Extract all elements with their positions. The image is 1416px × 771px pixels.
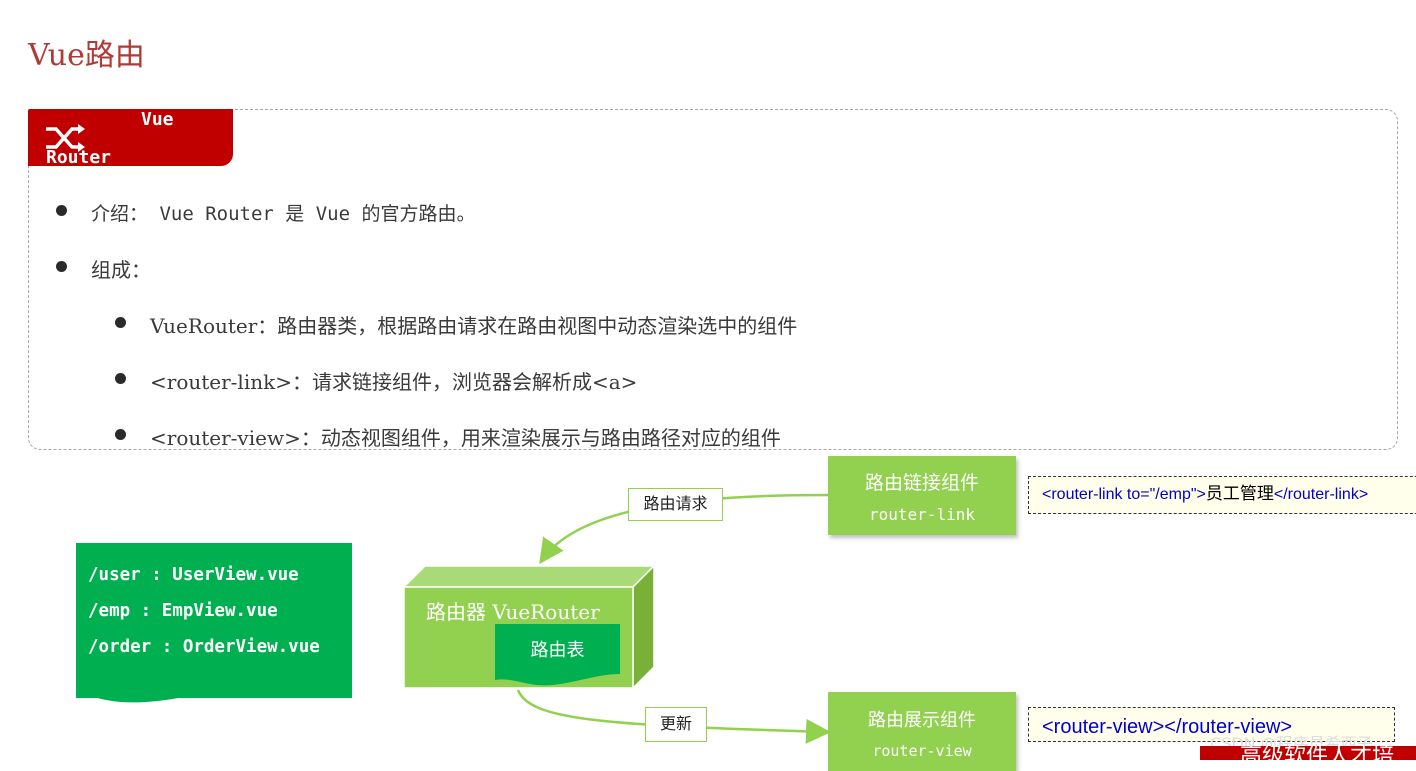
snippet-open-tag: <router-link to="/emp"> bbox=[1042, 486, 1206, 503]
router-view-component-code: router-view bbox=[872, 742, 972, 760]
route-emp: /emp : EmpView.vue bbox=[88, 601, 278, 621]
router-view-component-title: 路由展示组件 bbox=[868, 710, 976, 731]
update-label: 更新 bbox=[645, 707, 707, 742]
router-link-component: 路由链接组件 router-link bbox=[828, 456, 1016, 535]
router-link-component-code: router-link bbox=[869, 505, 975, 524]
route-mapping-box: /user : UserView.vue /emp : EmpView.vue … bbox=[76, 543, 352, 698]
request-label: 路由请求 bbox=[628, 488, 723, 521]
router-link-component-title: 路由链接组件 bbox=[864, 472, 979, 494]
router-link-snippet: <router-link to="/emp">员工管理</router-link… bbox=[1028, 476, 1416, 514]
route-order: /order : OrderView.vue bbox=[88, 637, 320, 657]
footer-banner-text: 高级软件人才培 bbox=[1240, 746, 1395, 760]
router-title: 路由器 VueRouter bbox=[426, 600, 600, 624]
snippet-close-tag: </router-link> bbox=[1273, 486, 1369, 503]
route-table-label: 路由表 bbox=[530, 640, 585, 661]
footer-banner: 高级软件人才培 bbox=[1200, 746, 1416, 760]
router-view-component: 路由展示组件 router-view bbox=[828, 692, 1016, 771]
route-user: /user : UserView.vue bbox=[88, 565, 299, 585]
snippet-text: 员工管理 bbox=[1205, 484, 1274, 503]
